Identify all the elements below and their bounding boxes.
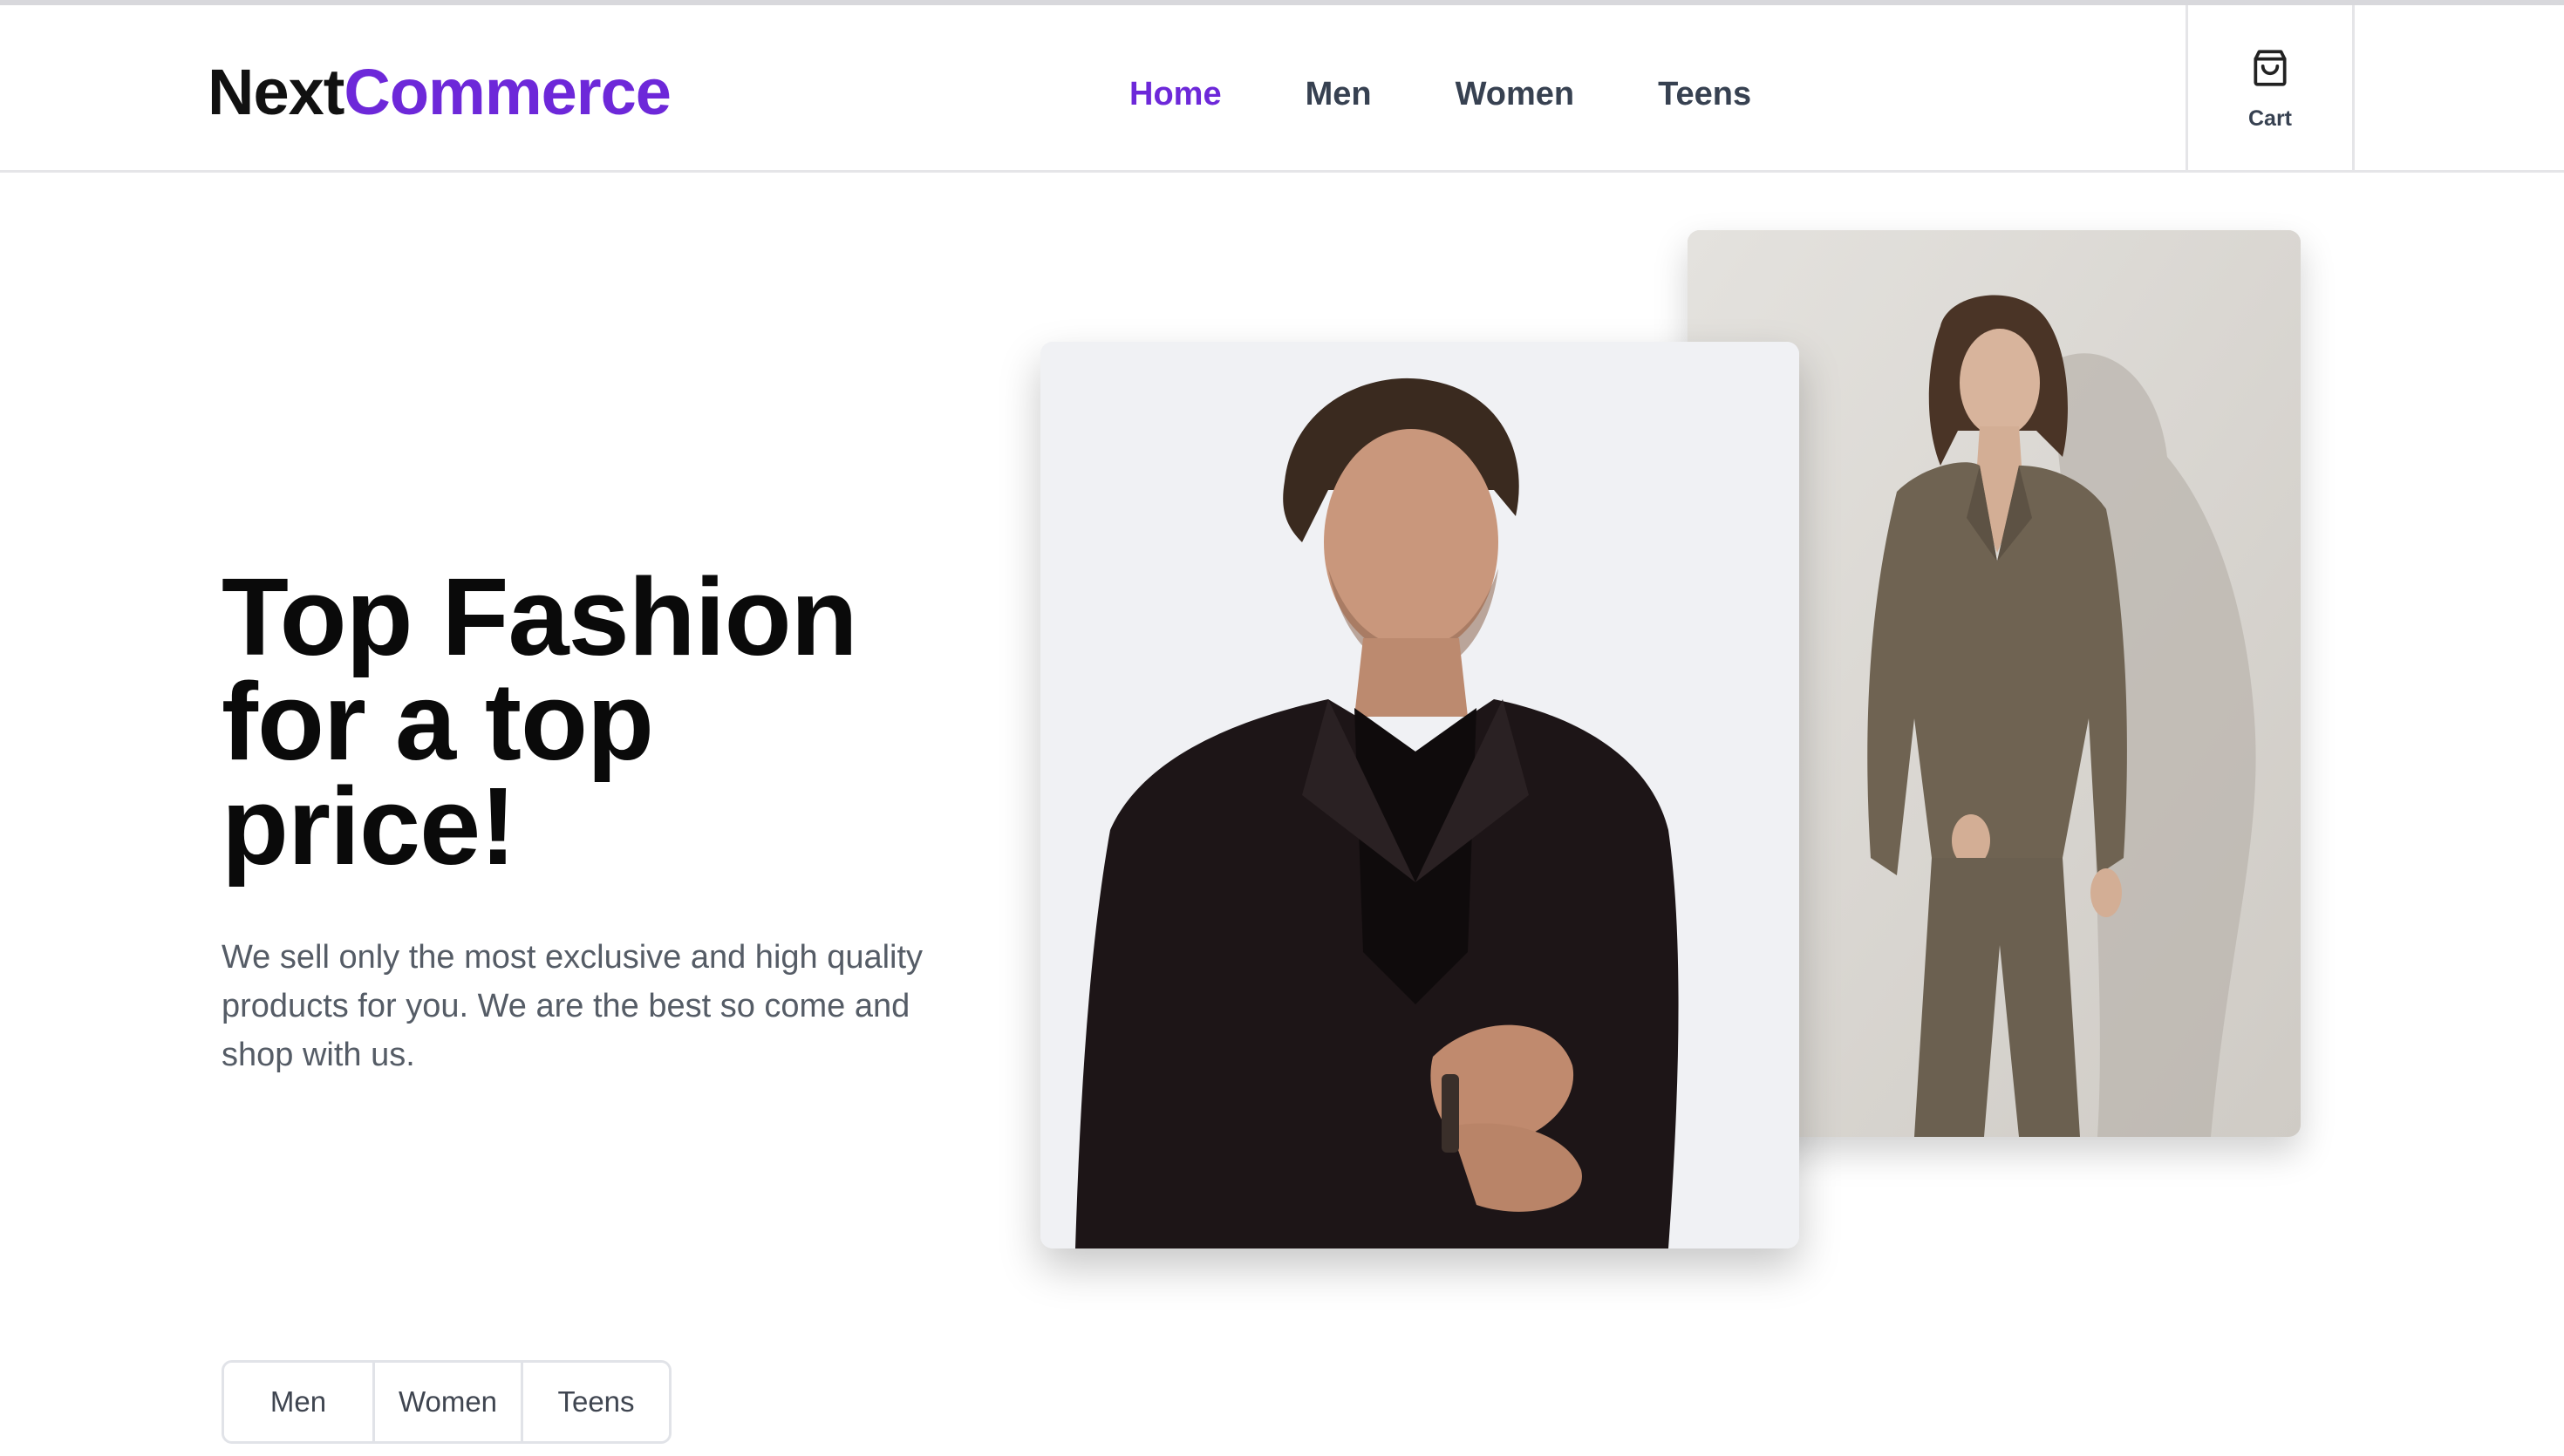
site-header: NextCommerce Home Men Women Teens Cart <box>0 5 2564 173</box>
cart-button[interactable]: Cart <box>2186 5 2355 173</box>
nav-men-link[interactable]: Men <box>1306 61 1372 127</box>
main-nav: Home Men Women Teens <box>1129 61 1835 127</box>
man-in-black-suit-photo <box>1040 342 1799 1248</box>
hero-headline: Top Fashion for a top price! <box>222 555 858 888</box>
nav-home-link[interactable]: Home <box>1129 61 1222 127</box>
nav-teens-link[interactable]: Teens <box>1658 61 1751 127</box>
category-filter: Men Women Teens <box>222 1360 672 1444</box>
category-women-button[interactable]: Women <box>372 1363 521 1441</box>
shopping-bag-icon <box>2248 46 2292 94</box>
hero-subtext: We sell only the most exclusive and high… <box>222 939 924 1073</box>
category-men-button[interactable]: Men <box>224 1363 372 1441</box>
nav-women-link[interactable]: Women <box>1456 61 1575 127</box>
category-teens-button[interactable]: Teens <box>521 1363 669 1441</box>
brand-logo-part2: Commerce <box>344 56 672 128</box>
brand-logo[interactable]: NextCommerce <box>208 51 672 134</box>
brand-logo-part1: Next <box>208 56 344 128</box>
cart-label: Cart <box>2247 106 2292 131</box>
